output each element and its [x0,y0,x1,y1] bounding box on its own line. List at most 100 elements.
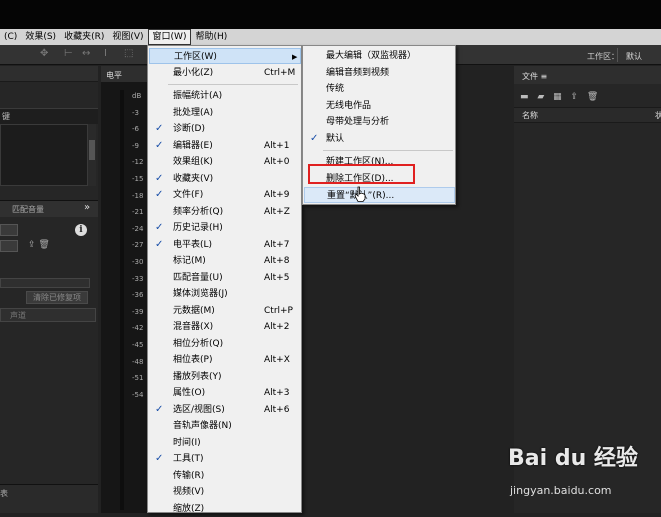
info-icon[interactable]: i [75,224,87,236]
clear-fixed-button[interactable]: 清除已修复项 [26,291,88,304]
window-menu-item[interactable]: 匹配音量(U) Alt+5 [149,270,301,286]
menu-item-shortcut: Alt+3 [264,388,290,398]
window-menu-item[interactable]: 元数据(M) Ctrl+P [149,303,301,319]
menu-item-shortcut: Alt+5 [264,272,290,283]
menu-item-shortcut: Alt+2 [264,322,290,332]
menu-item-label: 编辑器(E) [173,140,213,151]
menu-item-label: 混音器(X) [173,322,214,332]
marquee-tool-icon[interactable]: ⬚ [124,48,133,59]
workspace-item[interactable]: ✓ 默认 [304,131,455,147]
window-menu-item[interactable]: ✓ 选区/视图(S) Alt+6 [149,402,301,418]
razor-tool-icon[interactable]: ⊢ [64,48,73,59]
window-menu-item[interactable]: ✓ 编辑器(E) Alt+1 [149,138,301,154]
move-tool-icon[interactable]: ✥ [40,48,48,59]
window-menu-item[interactable]: ✓ 历史记录(H) [149,220,301,236]
menu-item-label: 最小化(Z) [173,67,214,78]
time-select-tool-icon[interactable]: I [104,48,107,59]
check-icon: ✓ [155,139,164,151]
check-icon: ✓ [155,123,164,134]
menu-bar: (C) 效果(S) 收藏夹(R) 视图(V) 窗口(W) 帮助(H) [0,29,661,45]
scrollbar-thumb[interactable] [89,140,95,160]
workspace-item[interactable]: 母带处理与分析 [304,114,455,130]
window-menu-item[interactable]: 混音器(X) Alt+2 [149,319,301,335]
window-menu-item[interactable]: 最小化(Z) Ctrl+M [149,65,301,81]
meter-tick-label: -51 [132,374,144,383]
window-menu-item[interactable]: 批处理(A) [149,105,301,121]
files-toolbar-icons[interactable]: ▬ ▰ ▦ ⇪ 🗑 [520,92,601,102]
window-menu-item[interactable]: 效果组(K) Alt+0 [149,154,301,170]
workspace-item[interactable]: 编辑音频到视频 [304,65,455,81]
menu-separator [323,150,453,151]
meter-tick-label: -42 [132,324,144,333]
meter-tick-label: -12 [132,158,144,167]
meter-tick-label: -48 [132,357,144,366]
window-menu-item[interactable]: 工作区(W) ▶ [149,48,301,64]
window-menu-item[interactable]: ✓ 工具(T) [149,451,301,467]
menu-0[interactable]: (C) [0,29,21,45]
window-menu-item[interactable]: 播放列表(Y) [149,369,301,385]
menu-1[interactable]: 效果(S) [21,29,60,45]
column-name[interactable]: 名称 [522,110,538,121]
meter-tick-label: -24 [132,224,144,233]
window-menu-item[interactable]: 振幅统计(A) [149,88,301,104]
preset-dropdown[interactable] [0,224,18,236]
tab-match-volume[interactable]: 匹配音量 [12,204,44,215]
workspace-select[interactable]: 默认 [626,51,642,62]
window-menu-item[interactable]: 传输(R) [149,468,301,484]
window-menu-item[interactable]: ✓ 收藏夹(V) [149,171,301,187]
meter-tick-label: -6 [132,125,139,134]
list-row[interactable] [0,278,90,288]
menu-item-label: 音轨声像器(N) [173,421,232,431]
menu-item-label: 收藏夹(V) [173,173,214,184]
check-icon: ✓ [155,238,164,250]
check-icon: ✓ [155,172,164,184]
window-menu-item[interactable]: 缩放(Z) [149,501,301,517]
window-menu-item[interactable]: 属性(O) Alt+3 [149,385,301,401]
window-menu-item[interactable]: 媒体浏览器(J) [149,286,301,302]
meter-tick-label: -30 [132,258,144,266]
meter-tick-label: -36 [132,291,144,300]
workspace-item[interactable]: 重置“默认”(R)... [304,187,455,203]
menu-item-shortcut: Ctrl+P [264,305,293,316]
menu-item-label: 时间(I) [173,437,201,448]
level-meter-panel [101,66,148,513]
menu-item-shortcut: Alt+1 [264,140,290,151]
menu-2[interactable]: 收藏夹(R) [60,29,108,45]
files-panel-title[interactable]: 文件 ≡ [522,71,547,82]
window-menu-item[interactable]: ✓ 文件(F) Alt+9 [149,187,301,203]
column-state[interactable]: 状 [655,110,661,121]
window-menu-item[interactable]: 标记(M) Alt+8 [149,253,301,269]
slip-tool-icon[interactable]: ↔ [82,48,90,59]
check-icon: ✓ [155,453,164,464]
check-icon: ✓ [155,189,164,200]
option-dropdown[interactable] [0,240,18,252]
meter-tick-label: -27 [132,241,144,250]
window-menu-item[interactable]: 时间(I) [149,435,301,451]
menu-3[interactable]: 视图(V) [108,29,147,45]
menu-5[interactable]: 帮助(H) [191,29,231,45]
window-menu-item[interactable]: 视频(V) [149,484,301,500]
workspace-item-label: 母带处理与分析 [326,117,390,127]
workspace-item[interactable]: 最大编辑（双监视器） [304,48,455,64]
import-delete-icons[interactable]: ⇪ 🗑 [28,240,50,250]
menu-item-label: 文件(F) [173,190,204,200]
menu-item-shortcut: Alt+7 [264,239,290,250]
shortcut-list[interactable] [0,124,88,186]
menu-item-label: 视频(V) [173,487,205,497]
menu-item-shortcut: Alt+X [264,355,290,365]
menu-4[interactable]: 窗口(W) [147,29,192,45]
window-menu-item[interactable]: 相位分析(Q) [149,336,301,352]
window-menu-item[interactable]: 音轨声像器(N) [149,418,301,434]
window-menu-item[interactable]: ✓ 诊断(D) [149,121,301,137]
workspace-item[interactable]: 无线电作品 [304,98,455,114]
menu-item-shortcut: Ctrl+M [264,67,296,78]
panel-more-icon[interactable]: » [84,202,90,213]
meter-tick-label: -21 [132,208,144,217]
check-icon: ✓ [155,403,164,415]
window-menu-item[interactable]: 频率分析(Q) Alt+Z [149,204,301,220]
workspace-item[interactable]: 传统 [304,81,455,97]
meter-tick-label: -39 [132,307,144,316]
window-menu-item[interactable]: 相位表(P) Alt+X [149,352,301,368]
window-menu-item[interactable]: ✓ 电平表(L) Alt+7 [149,237,301,253]
channel-field-label: 声道 [10,311,26,320]
